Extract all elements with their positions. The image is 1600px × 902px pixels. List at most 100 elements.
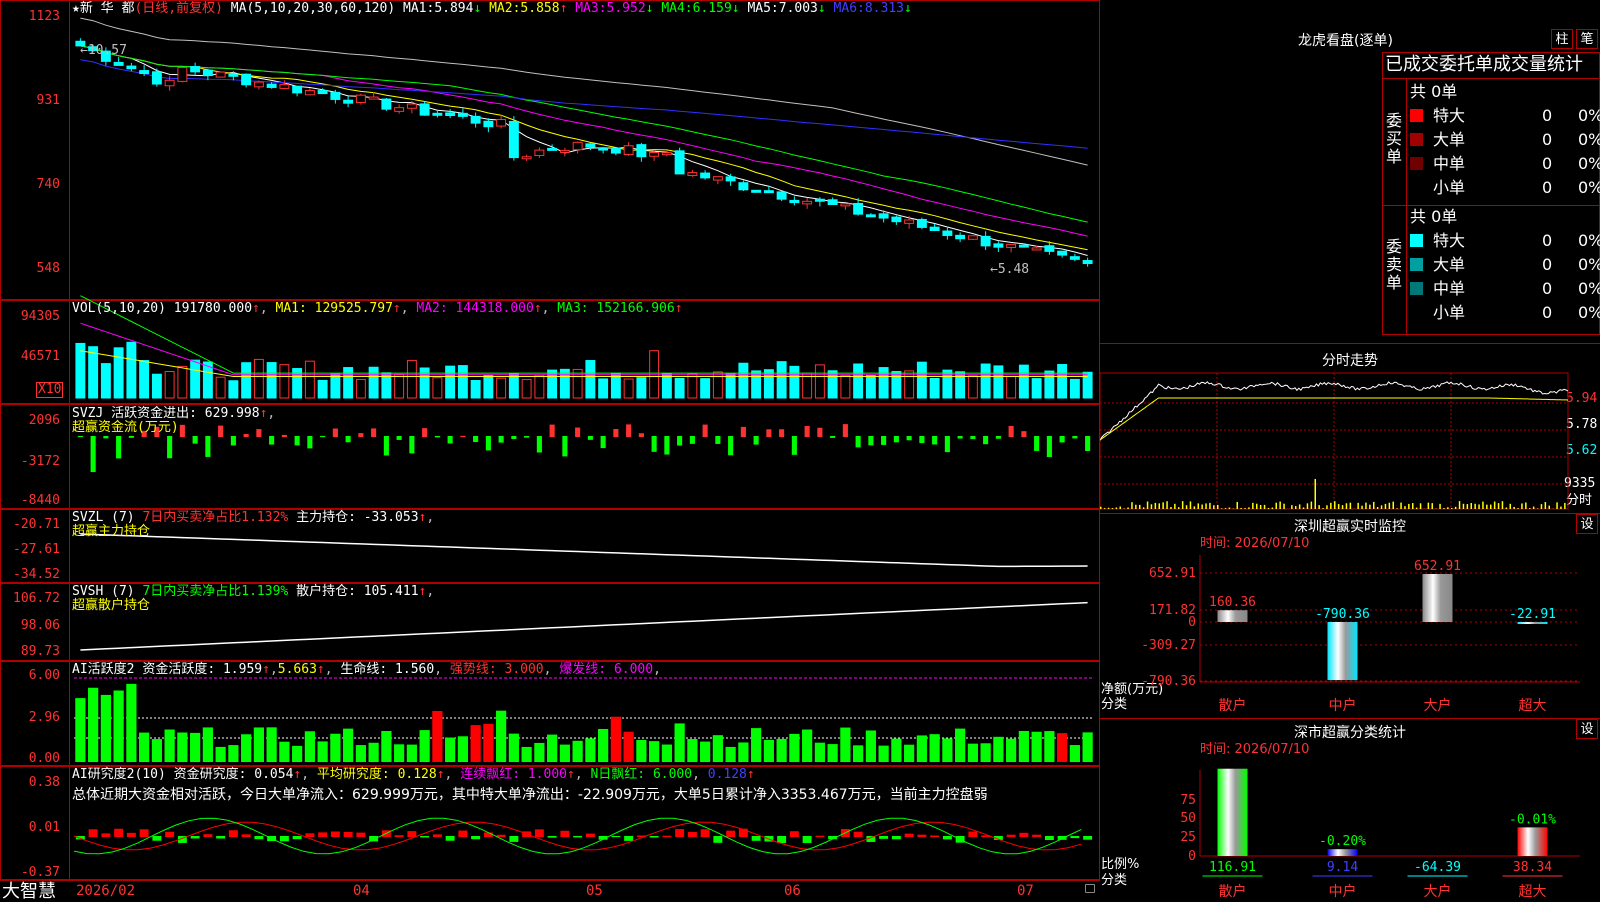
high-price-label: ←10.57 [80, 44, 127, 58]
ai-active-bar [828, 744, 838, 762]
candle-body [943, 231, 952, 235]
svzj-bar [754, 436, 759, 445]
candle-body [586, 144, 595, 147]
longhu-row: 中单00% [1410, 152, 1600, 176]
ai-research-bar [1045, 836, 1054, 840]
svzj-bar [167, 436, 172, 458]
svzj-bar [741, 427, 746, 437]
ai-active-bar [687, 739, 697, 762]
period-label[interactable]: (日线,前复权) [134, 1, 222, 16]
candle-body [790, 200, 799, 202]
svzl-value: -33.053 [364, 510, 419, 525]
row-name: 大单 [1433, 130, 1465, 149]
ai-active-bar [777, 739, 787, 762]
volume-bar [1007, 376, 1016, 398]
tick-view-button[interactable]: 笔 [1576, 29, 1598, 49]
row-name: 大单 [1433, 255, 1465, 274]
sz-monitor-time: 时间: 2026/07/10 [1200, 537, 1309, 551]
app-logo[interactable]: 大智慧 [2, 883, 56, 901]
candle-body [484, 121, 493, 126]
ai-active-v2: 5.663 [278, 662, 317, 677]
ai-active-bar [930, 734, 940, 762]
ai-active-bar [407, 745, 417, 762]
svzj-bar [830, 436, 835, 438]
ai-research-bar [1070, 836, 1079, 838]
ai-active-bar [917, 735, 927, 762]
svsh-line [80, 603, 1087, 650]
chart-canvas[interactable] [0, 0, 1100, 900]
ai-active-bar [126, 684, 136, 762]
svzj-bar [805, 426, 810, 437]
volume-bar [178, 366, 187, 398]
volume-bar [484, 376, 493, 398]
svzj-bar [282, 435, 287, 437]
candle-body [497, 120, 506, 127]
ai-research-bar [101, 833, 110, 837]
ma2-value: 5.858 [520, 1, 559, 16]
svzj-bar [1021, 431, 1026, 437]
candle-body [930, 227, 939, 230]
candle-body [841, 204, 850, 206]
svzj-bar [881, 436, 886, 445]
y-tick: 89.73 [0, 645, 60, 658]
bar-view-button[interactable]: 柱 [1551, 29, 1573, 49]
continuous-red-value: 1.000 [528, 767, 567, 782]
avg-research-value: 0.128 [398, 767, 437, 782]
candle-body [203, 70, 212, 75]
sz-class-panel [1100, 718, 1600, 900]
svsh-subtitle: 超赢散户持仓 [72, 599, 150, 613]
candle-body [777, 192, 786, 199]
sz-class-settings-button[interactable]: 设 [1576, 719, 1598, 739]
svzj-bar [537, 436, 542, 453]
ai-research-bar [611, 836, 620, 837]
svzj-bar [894, 436, 899, 442]
ai-active-bar [254, 727, 264, 762]
ai-active-bar [611, 717, 621, 762]
ai-active-bar [726, 747, 736, 762]
candle-body [254, 82, 263, 87]
volume-bar [573, 369, 582, 398]
down-arrow-icon: ↓ [732, 1, 740, 16]
ai-active-bar [177, 732, 187, 762]
svzj-bar [129, 436, 134, 438]
ai-research-bar [89, 829, 98, 837]
candle-body [293, 86, 302, 93]
volume-bar [1032, 379, 1041, 398]
candle-body [216, 72, 225, 77]
row-pct: 0% [1578, 229, 1600, 253]
row-pct: 0% [1578, 104, 1600, 128]
svzj-bar [601, 436, 606, 448]
candle-body [1058, 251, 1067, 255]
ai-active-bar [955, 729, 965, 762]
y-tick: 0.01 [0, 821, 60, 834]
ai-research-bar [535, 829, 544, 837]
y-tick: 94305 [0, 310, 60, 323]
ai-research-bar [203, 834, 212, 837]
ai-research-bar [943, 836, 952, 839]
candle-body [637, 145, 646, 157]
ai-research-bar [1019, 833, 1028, 837]
y-tick: 2.96 [0, 711, 60, 724]
svzj-bar [409, 436, 414, 453]
sell-total: 共 0单 [1410, 205, 1457, 229]
svzj-bar [703, 425, 708, 437]
longhu-row: 特大00% [1410, 229, 1600, 253]
candle-body [573, 142, 582, 149]
svzj-bar [588, 436, 593, 440]
up-arrow-icon: ↑ [560, 1, 568, 16]
volume-bar [152, 374, 161, 398]
candle-body [701, 173, 710, 178]
volume-bar [879, 368, 888, 398]
favorite-star-icon[interactable]: ★ [72, 1, 80, 16]
sz-monitor-xlabel: 分类 [1101, 698, 1127, 712]
ai-active-bar [879, 746, 889, 762]
ai-active-bar [738, 742, 748, 762]
sz-monitor-settings-button[interactable]: 设 [1576, 514, 1598, 534]
candle-body [726, 177, 735, 181]
ai-research-bar [471, 836, 480, 839]
svzj-bar [346, 436, 351, 442]
volume-bar [854, 364, 863, 398]
lock-icon[interactable] [1085, 884, 1095, 893]
row-name: 中单 [1433, 154, 1465, 173]
candle-body [458, 113, 467, 116]
